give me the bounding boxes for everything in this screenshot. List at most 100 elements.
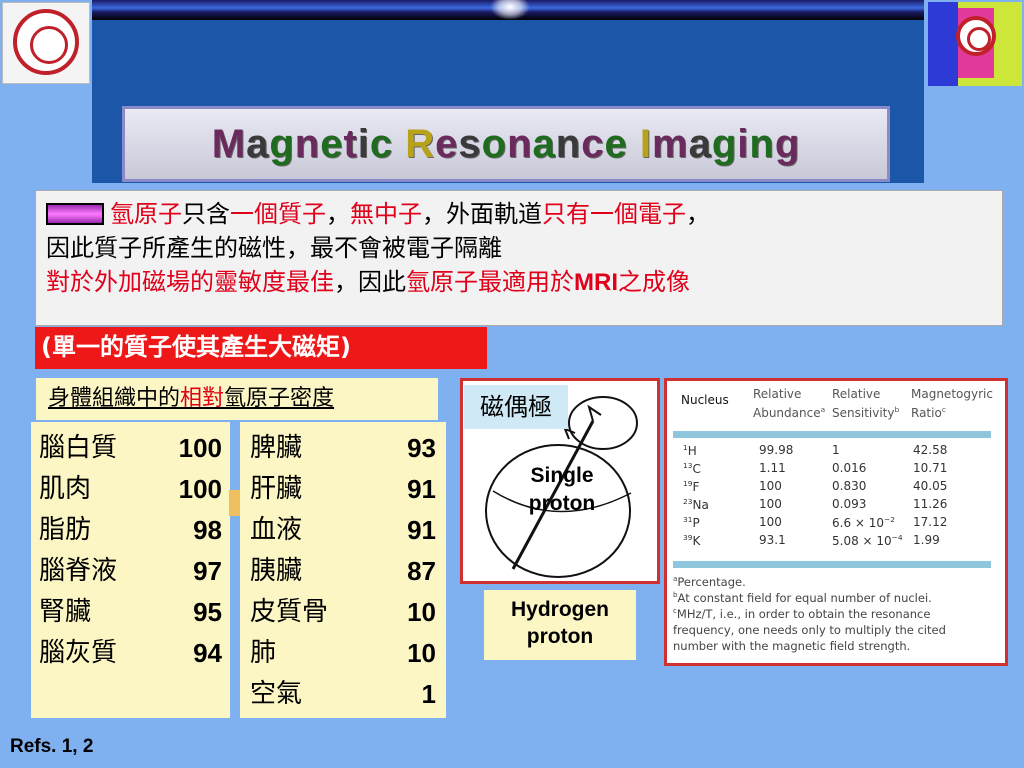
footnote-mark: b xyxy=(894,405,900,414)
sensitivity-cell: 1 xyxy=(832,443,840,457)
school-logo-right xyxy=(928,2,1022,86)
tissue-name: 脾臟 xyxy=(250,433,303,463)
title-letter: I xyxy=(639,121,652,166)
tissue-name: 空氣 xyxy=(250,679,303,709)
tissue-value: 10 xyxy=(407,597,436,627)
density-list-right: 脾臟 93 肝臟 91 血液 91 胰臟 87 皮質骨 10 肺 10 空氣 1 xyxy=(240,422,446,718)
title-letter: n xyxy=(749,121,775,166)
hydrogen-proton-label: Hydrogen proton xyxy=(484,590,636,660)
list-item: 脾臟 93 xyxy=(250,428,436,469)
density-list-left: 腦白質 100 肌肉 100 脂肪 98 腦脊液 97 腎臟 95 腦灰質 94 xyxy=(31,422,230,718)
header-text: Magnetogyric xyxy=(911,387,993,401)
tissue-value: 91 xyxy=(407,515,436,545)
title-letter: c xyxy=(369,121,394,166)
bullet-bar-icon xyxy=(46,203,104,225)
tissue-value: 1 xyxy=(421,679,436,709)
tissue-value: 97 xyxy=(193,556,222,586)
header-text: Relative xyxy=(753,387,802,401)
abundance-cell: 99.98 xyxy=(759,443,794,457)
title-letter: e xyxy=(604,121,628,166)
title-letter: t xyxy=(343,121,358,166)
header-text: Sensitivity xyxy=(832,406,895,420)
abundance-cell: 100 xyxy=(759,497,782,511)
tissue-name: 腦灰質 xyxy=(39,638,118,668)
title-letter: a xyxy=(688,121,712,166)
list-item: 腦灰質 94 xyxy=(39,633,222,674)
intro-line-1: 氫原子只含一個質子，無中子，外面軌道只有一個電子， xyxy=(46,197,992,231)
tissue-value: 93 xyxy=(407,433,436,463)
title-letter: R xyxy=(405,121,436,166)
sensitivity-cell: 5.08 × 10−4 xyxy=(832,533,903,548)
title-letter: e xyxy=(435,121,459,166)
slide-title: Magnetic Resonance Imaging xyxy=(122,106,890,182)
ratio-cell: 40.05 xyxy=(913,479,948,493)
title-letter: g xyxy=(269,121,295,166)
intro-text: ，外面軌道 xyxy=(422,200,542,228)
tissue-value: 91 xyxy=(407,474,436,504)
intro-text: 對於外加磁場的靈敏度最佳 xyxy=(46,268,334,296)
intro-text: 只含 xyxy=(182,200,230,228)
col-header-ratio: Magnetogyric Ratioc xyxy=(911,387,993,421)
tissue-name: 皮質骨 xyxy=(250,597,329,627)
list-item: 空氣 1 xyxy=(250,674,436,715)
sensitivity-cell: 6.6 × 10−2 xyxy=(832,515,896,530)
density-heading-text: 身體組織中的 xyxy=(48,386,181,411)
list-item: 腎臟 95 xyxy=(39,592,222,633)
footnote-mark: c xyxy=(941,405,946,414)
title-letter: n xyxy=(507,121,533,166)
title-letter: n xyxy=(294,121,321,166)
tissue-name: 腎臟 xyxy=(39,597,92,627)
list-item: 肺 10 xyxy=(250,633,436,674)
list-item: 血液 91 xyxy=(250,510,436,551)
nucleus-cell: 39K xyxy=(683,533,701,548)
nucleus-table: Nucleus Relative Abundancea Relative Sen… xyxy=(667,381,1005,663)
list-item: 胰臟 87 xyxy=(250,551,436,592)
col-header-sensitivity: Relative Sensitivityb xyxy=(832,387,899,421)
abundance-cell: 100 xyxy=(759,479,782,493)
list-item: 腦白質 100 xyxy=(39,428,222,469)
ratio-cell: 42.58 xyxy=(913,443,948,457)
tissue-value: 98 xyxy=(193,515,222,545)
intro-text: 氫原子 xyxy=(110,200,182,228)
nucleus-table-box: Nucleus Relative Abundancea Relative Sen… xyxy=(664,378,1008,666)
tissue-name: 腦脊液 xyxy=(39,556,118,586)
sensitivity-cell: 0.830 xyxy=(832,479,867,493)
nucleus-cell: 13C xyxy=(683,461,701,476)
title-letter: g xyxy=(711,121,738,166)
single-proton-text: Single xyxy=(530,464,594,487)
intro-text: 無中子 xyxy=(350,200,422,228)
title-letter: M xyxy=(211,121,247,166)
title-text: Magnetic Resonance Imaging xyxy=(212,122,801,167)
intro-text: ， xyxy=(686,200,710,228)
magnetic-dipole-label: 磁偶極 xyxy=(464,385,568,429)
single-proton-text: proton xyxy=(528,492,596,515)
density-heading-text: 氫原子密度 xyxy=(224,386,335,411)
header-text: Relative xyxy=(832,387,881,401)
intro-text: 氫原子最適用於 xyxy=(406,268,574,296)
ratio-cell: 11.26 xyxy=(913,497,948,511)
ratio-cell: 1.99 xyxy=(913,533,940,547)
title-letter: s xyxy=(458,121,482,166)
sensitivity-cell: 0.093 xyxy=(832,497,867,511)
hydrogen-proton-text: Hydrogen xyxy=(510,598,609,621)
intro-line-3: 對於外加磁場的靈敏度最佳，因此氫原子最適用於MRI之成像 xyxy=(46,265,992,300)
title-letter: i xyxy=(737,121,750,166)
title-letter xyxy=(628,122,640,166)
tissue-name: 腦白質 xyxy=(39,433,118,463)
col-header-abundance: Relative Abundancea xyxy=(753,387,825,421)
tissue-value: 87 xyxy=(407,556,436,586)
sensitivity-cell: 0.016 xyxy=(832,461,867,475)
title-letter: a xyxy=(532,121,556,166)
abundance-cell: 100 xyxy=(759,515,782,529)
nucleus-cell: 1H xyxy=(683,443,697,458)
title-letter: g xyxy=(774,121,801,166)
list-item: 脂肪 98 xyxy=(39,510,222,551)
hydrogen-proton-text: proton xyxy=(526,625,594,648)
intro-text: 之成像 xyxy=(618,268,690,296)
title-letter: o xyxy=(481,121,508,166)
tissue-name: 肺 xyxy=(250,638,277,668)
intro-text: 一個質子 xyxy=(230,200,326,228)
ratio-cell: 17.12 xyxy=(913,515,948,529)
title-letter xyxy=(393,122,405,166)
table-rule xyxy=(673,561,991,568)
